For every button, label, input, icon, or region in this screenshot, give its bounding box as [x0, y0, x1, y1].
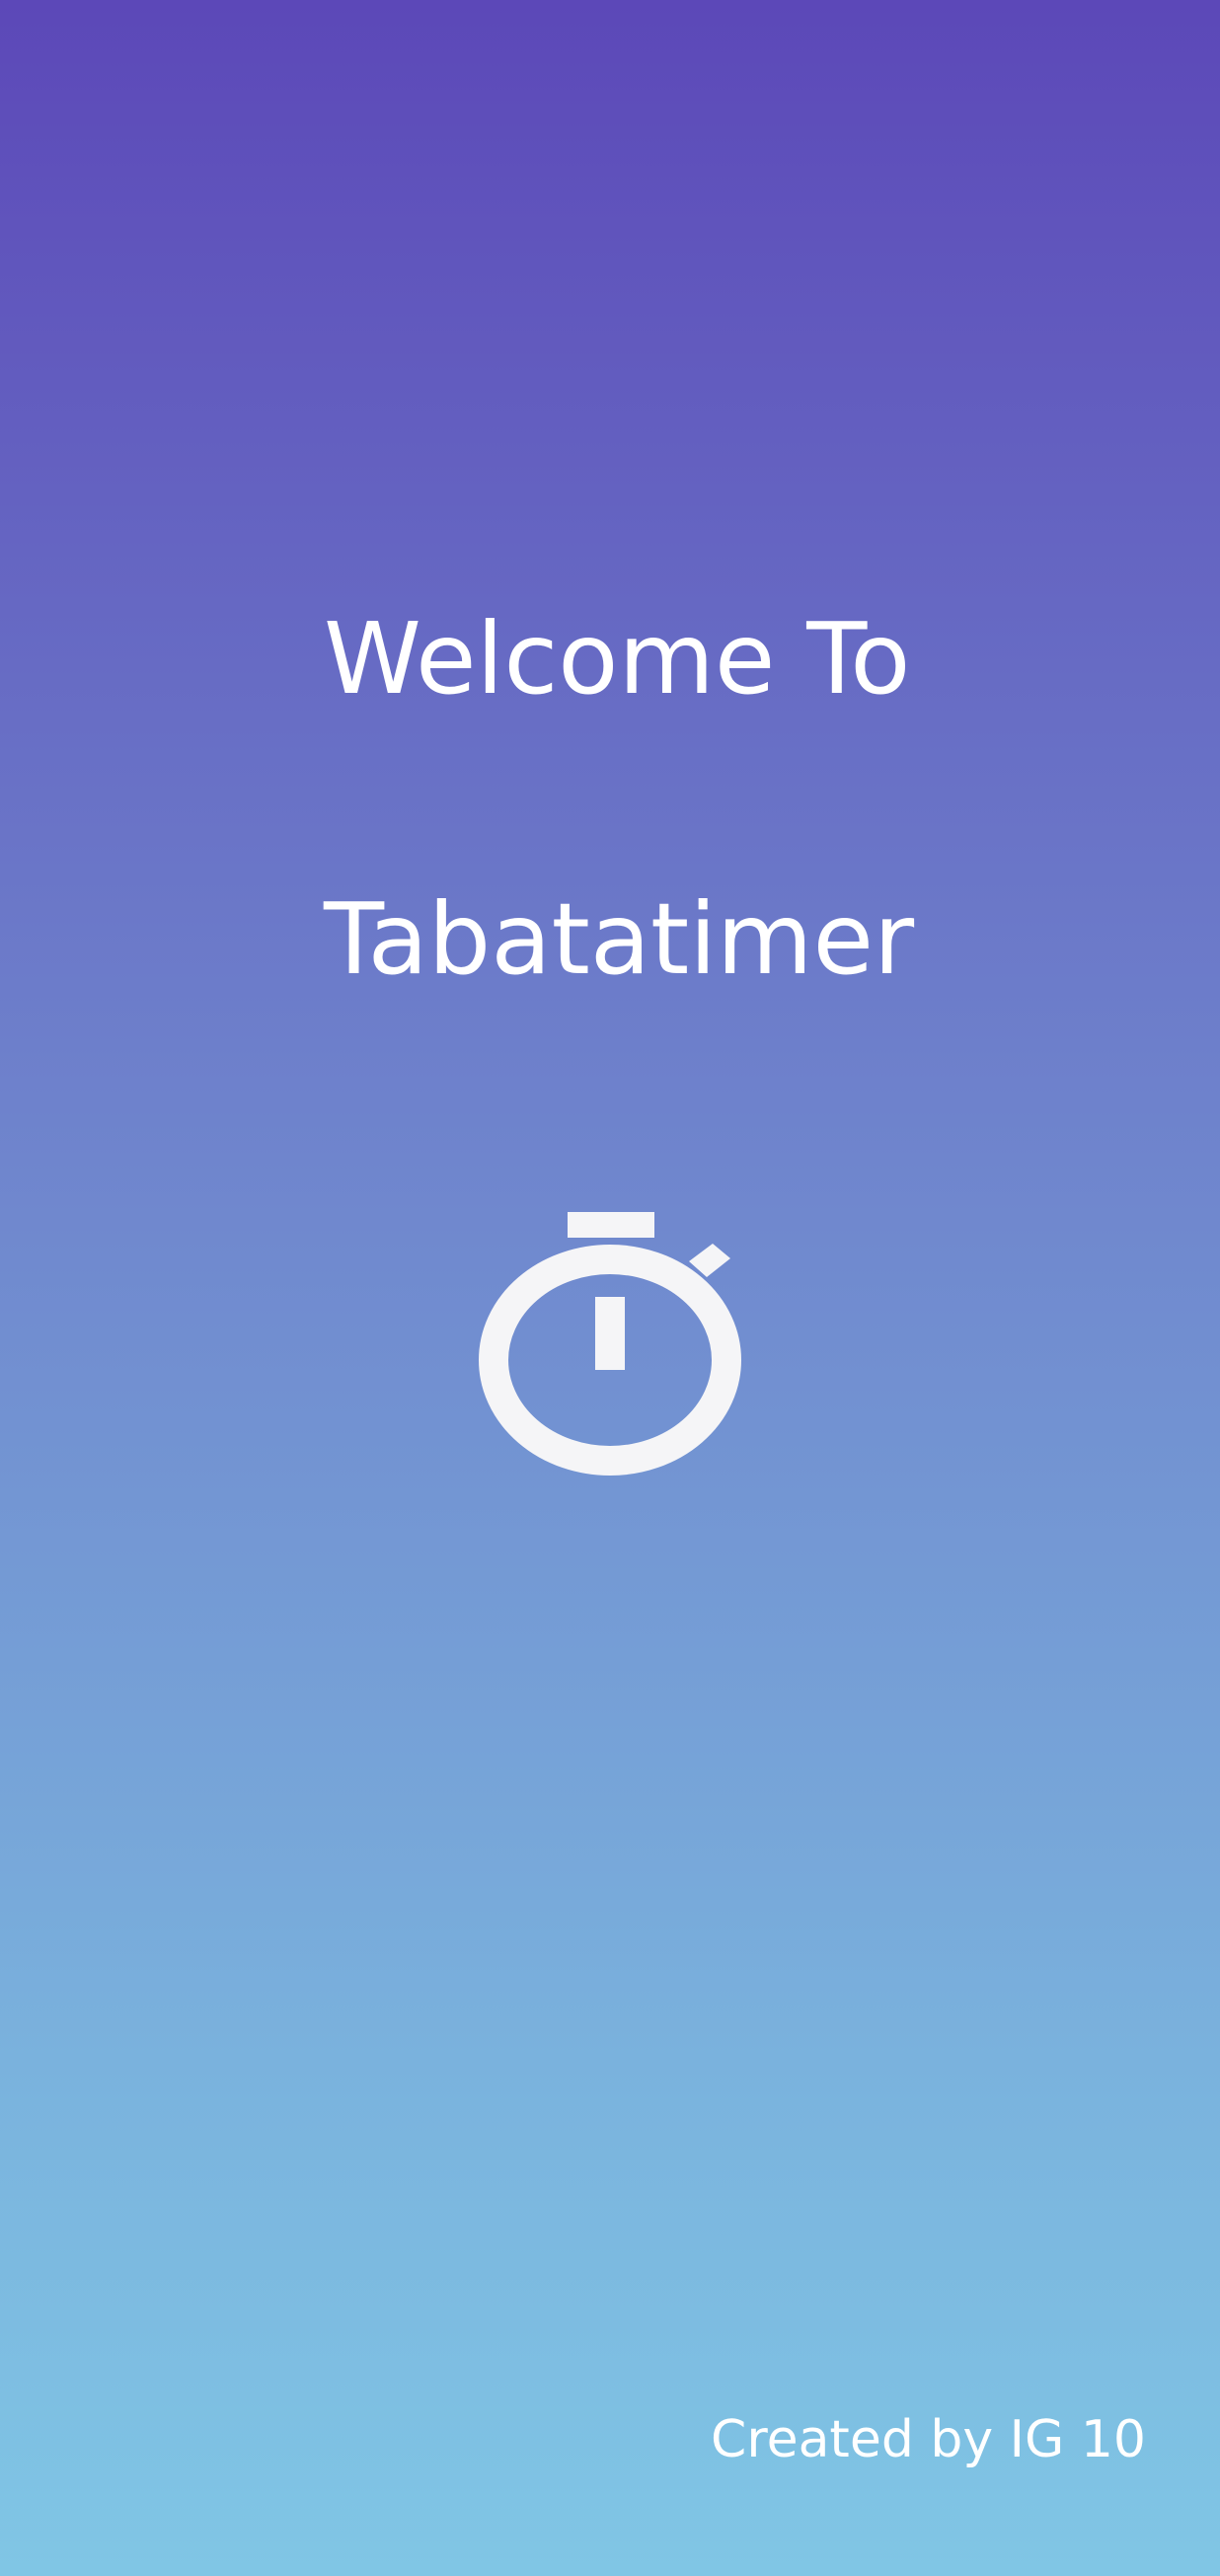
stopwatch-icon	[474, 1204, 750, 1500]
welcome-title: Welcome To Tabatatimer	[324, 449, 1015, 1150]
welcome-title-line1: Welcome To	[324, 601, 911, 717]
credit-text: Created by IG 10	[711, 2410, 1146, 2469]
splash-screen: Welcome To Tabatatimer Created by IG 10	[0, 0, 1220, 2576]
welcome-title-line2: Tabatatimer	[324, 881, 915, 997]
